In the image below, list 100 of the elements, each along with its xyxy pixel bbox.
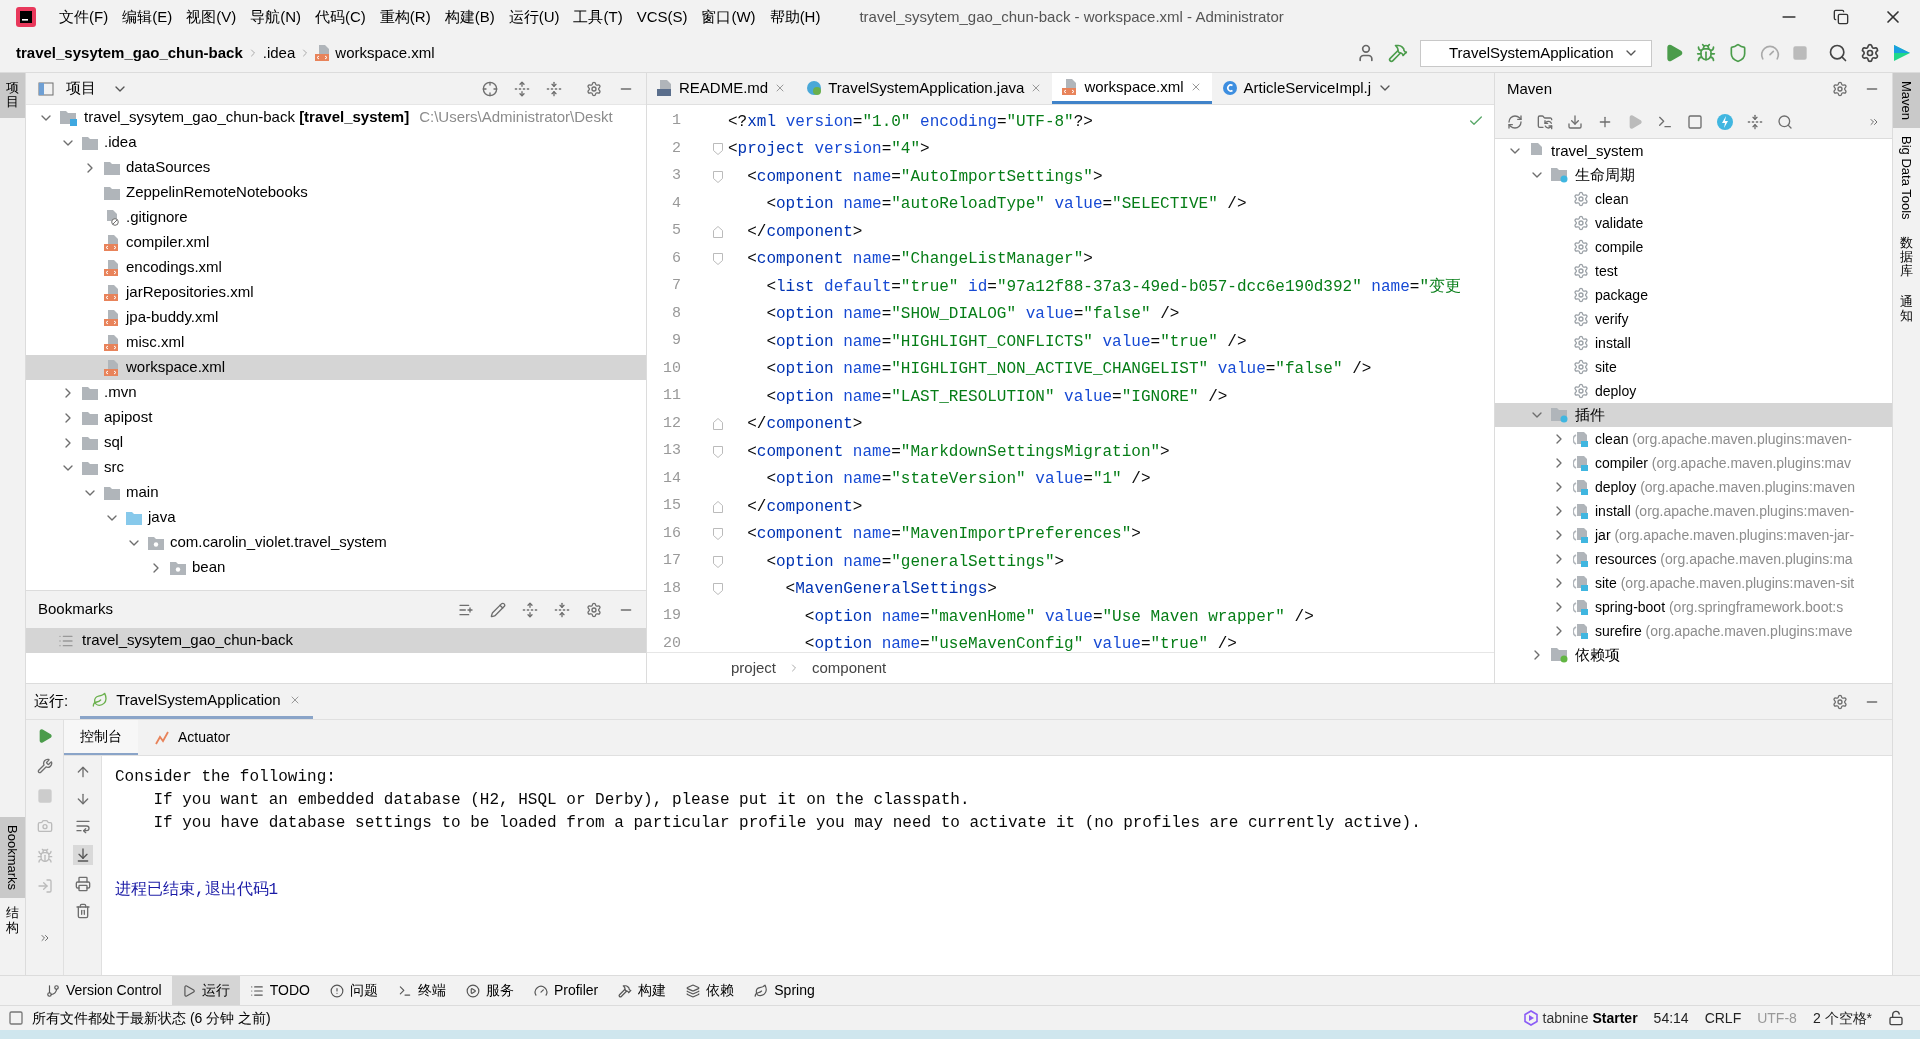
breadcrumb[interactable]: project <box>731 656 777 680</box>
tree-item[interactable]: apipost <box>26 405 646 430</box>
menu-item[interactable]: 工具(T) <box>566 5 630 29</box>
breadcrumb[interactable]: component <box>812 656 887 680</box>
tree-item[interactable]: encodings.xml <box>26 255 646 280</box>
menu-item[interactable]: 窗口(W) <box>694 5 763 29</box>
toolbox-logo-icon[interactable] <box>1892 43 1912 63</box>
settings-icon[interactable] <box>586 601 602 618</box>
scroll-to-end-icon[interactable] <box>72 845 93 865</box>
more-icon[interactable] <box>38 932 51 944</box>
fold-marker-icon[interactable] <box>713 583 723 596</box>
fold-marker-icon[interactable] <box>713 170 723 183</box>
tree-item[interactable]: workspace.xml <box>26 355 646 380</box>
menu-item[interactable]: 代码(C) <box>308 5 373 29</box>
download-icon[interactable] <box>1567 113 1583 130</box>
tree-item[interactable]: compiler.xml <box>26 230 646 255</box>
menu-item[interactable]: 构建(B) <box>437 5 502 29</box>
tree-item[interactable]: travel_system <box>1495 139 1892 163</box>
lightning-icon[interactable] <box>1717 113 1733 130</box>
debug-icon[interactable] <box>1696 43 1716 63</box>
plugin-status[interactable]: tabnine Starter <box>1522 1007 1638 1029</box>
app-logo-icon[interactable] <box>16 7 36 27</box>
tree-item[interactable]: travel_sysytem_gao_chun-back [travel_system] C:\Users\Administrator\Deskt <box>26 105 646 130</box>
maven-item[interactable]: site (org.apache.maven.plugins:maven-sit <box>1495 571 1892 595</box>
breadcrumb[interactable]: workspace.xml <box>335 41 435 65</box>
tool-tab[interactable]: 依赖 <box>676 976 745 1005</box>
maven-item[interactable]: deploy (org.apache.maven.plugins:maven <box>1495 475 1892 499</box>
tool-tab[interactable]: 构建 <box>608 976 677 1005</box>
editor-tab[interactable]: README.md <box>647 73 797 104</box>
tool-window-button[interactable]: 通知 <box>1893 286 1920 332</box>
maven-item[interactable]: spring-boot (org.springframework.boot:s <box>1495 595 1892 619</box>
expand-all-icon[interactable] <box>514 80 530 97</box>
tree-item[interactable]: 生命周期 <box>1495 163 1892 187</box>
wrap-icon[interactable] <box>74 818 91 834</box>
user-icon[interactable] <box>1356 43 1376 63</box>
tree-item[interactable]: ZeppelinRemoteNotebooks <box>26 180 646 205</box>
settings-icon[interactable] <box>1860 43 1880 63</box>
search-icon[interactable] <box>1828 43 1848 63</box>
collapse-all-icon[interactable] <box>1747 113 1763 130</box>
tree-item[interactable]: jarRepositories.xml <box>26 280 646 305</box>
collapse-all-icon[interactable] <box>546 80 562 97</box>
settings-icon[interactable] <box>586 80 602 97</box>
fold-marker-icon[interactable] <box>713 253 723 266</box>
fold-marker-icon[interactable] <box>713 445 723 458</box>
tool-tab[interactable]: 问题 <box>319 976 388 1005</box>
maven-item[interactable]: install (org.apache.maven.plugins:maven- <box>1495 499 1892 523</box>
run-configuration-dropdown[interactable]: TravelSystemApplication <box>1420 39 1652 67</box>
tree-item[interactable]: .gitignore <box>26 205 646 230</box>
panel-title[interactable]: 项目 <box>66 77 96 100</box>
maven-item[interactable]: validate <box>1495 211 1892 235</box>
wrench-icon[interactable] <box>36 758 53 774</box>
tool-window-button[interactable]: Big Data Tools <box>1893 128 1920 228</box>
analyze-icon[interactable] <box>1777 113 1793 130</box>
lock-icon[interactable] <box>1888 1010 1904 1026</box>
status-item[interactable]: 54:14 <box>1653 1007 1689 1029</box>
menu-item[interactable]: 编辑(E) <box>115 5 180 29</box>
fold-marker-icon[interactable] <box>713 418 723 431</box>
status-item[interactable]: CRLF <box>1704 1007 1742 1029</box>
menu-item[interactable]: 运行(U) <box>501 5 567 29</box>
console-tab[interactable]: 控制台 <box>64 720 138 755</box>
fold-marker-icon[interactable] <box>713 555 723 568</box>
maven-item[interactable]: clean <box>1495 187 1892 211</box>
tree-item[interactable]: main <box>26 480 646 505</box>
menu-item[interactable]: 文件(F) <box>52 5 116 29</box>
menu-item[interactable]: 帮助(H) <box>762 5 828 29</box>
settings-icon[interactable] <box>1832 693 1848 710</box>
tool-tab[interactable]: Profiler <box>523 976 609 1005</box>
tool-window-button[interactable]: Maven <box>1893 73 1920 129</box>
tree-item[interactable]: 插件 <box>1495 403 1892 427</box>
collapse-all-icon[interactable] <box>554 601 570 618</box>
bookmark-list-item[interactable]: travel_sysytem_gao_chun-back <box>26 628 646 653</box>
fold-marker-icon[interactable] <box>713 500 723 513</box>
maven-item[interactable]: test <box>1495 259 1892 283</box>
status-item[interactable]: 2 个空格* <box>1812 1007 1872 1029</box>
tool-window-button[interactable]: 项目 <box>0 73 25 118</box>
tool-tab[interactable]: 终端 <box>387 976 456 1005</box>
locate-icon[interactable] <box>482 80 498 97</box>
menu-item[interactable]: 导航(N) <box>243 5 308 29</box>
fold-marker-icon[interactable] <box>713 225 723 238</box>
maven-item[interactable]: verify <box>1495 307 1892 331</box>
tree-item[interactable]: 依赖项 <box>1495 643 1892 667</box>
hammer-icon[interactable] <box>1388 43 1408 63</box>
tool-window-button[interactable]: 数据库 <box>1893 227 1920 287</box>
breadcrumb[interactable]: .idea <box>262 41 296 65</box>
maven-item[interactable]: compiler (org.apache.maven.plugins:mav <box>1495 451 1892 475</box>
maven-item[interactable]: package <box>1495 283 1892 307</box>
restore-icon[interactable] <box>1833 9 1849 25</box>
tree-item[interactable]: dataSources <box>26 155 646 180</box>
settings-icon[interactable] <box>1832 81 1848 97</box>
menu-item[interactable]: 视图(V) <box>179 5 244 29</box>
tool-window-button[interactable]: Bookmarks <box>0 817 25 899</box>
console-tab[interactable]: Actuator <box>138 720 247 755</box>
tree-item[interactable]: src <box>26 455 646 480</box>
maven-item[interactable]: deploy <box>1495 379 1892 403</box>
tool-tab[interactable]: 服务 <box>455 976 524 1005</box>
maven-item[interactable]: site <box>1495 355 1892 379</box>
print-icon[interactable] <box>74 876 91 892</box>
tool-tab[interactable]: Version Control <box>36 976 172 1005</box>
folder-sync-icon[interactable] <box>1537 113 1553 130</box>
tree-item[interactable]: .idea <box>26 130 646 155</box>
